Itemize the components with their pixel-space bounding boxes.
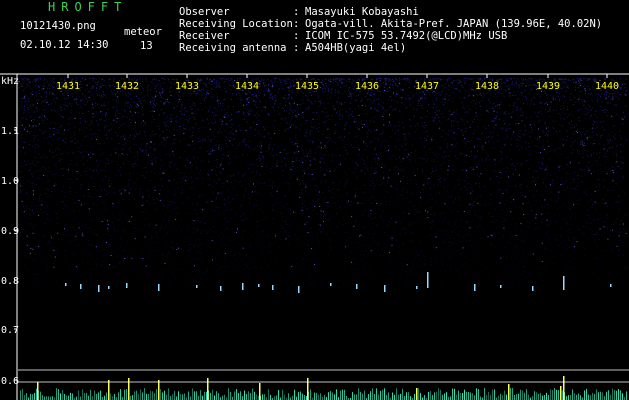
x-tick-label: 1431 <box>56 81 80 92</box>
trace-layer <box>20 376 627 400</box>
meteor-spike <box>560 386 562 400</box>
x-tick-label: 1433 <box>175 81 199 92</box>
meteor-echo <box>220 286 222 291</box>
x-tick-label: 1439 <box>536 81 560 92</box>
meteor-echo <box>126 283 128 288</box>
meteor-echo <box>258 284 260 287</box>
spectrogram: kHz 1.1 1.0 0.9 0.8 0.7 0.6 1431 1432 1433 1434 1… <box>0 73 629 400</box>
meteor-spike <box>563 376 565 400</box>
meteor-echo <box>272 285 274 290</box>
meteor-echo <box>98 285 100 292</box>
meteor-echo <box>563 276 565 286</box>
y-tick-label: 0.7 <box>1 325 19 336</box>
y-tick-label: 1.1 <box>1 126 19 137</box>
y-tick-label: 0.8 <box>1 276 19 287</box>
y-tick-label: 0.6 <box>1 376 19 387</box>
meteor-echo <box>416 286 418 289</box>
meteor-spike <box>307 378 309 400</box>
meteor-spike <box>207 378 209 400</box>
y-tick-label: 1.0 <box>1 176 19 187</box>
y-tick-label: 0.9 <box>1 226 19 237</box>
y-ticks: 1.1 1.0 0.9 0.8 0.7 0.6 <box>1 126 19 387</box>
x-tick-label: 1437 <box>415 81 439 92</box>
x-tick-label: 1438 <box>475 81 499 92</box>
meteor-echo <box>610 284 612 287</box>
meteor-echo <box>356 284 358 289</box>
meteor-echo <box>532 286 534 291</box>
meteor-spike <box>416 388 418 400</box>
x-tick-label: 1432 <box>115 81 139 92</box>
meteor-spike <box>259 383 261 400</box>
meteor-echo <box>474 284 476 291</box>
meteor-echo <box>384 285 386 292</box>
noise-layer <box>18 78 627 289</box>
meteor-echo <box>80 284 82 289</box>
meteor-echo <box>330 283 332 286</box>
meteor-echo <box>196 285 198 288</box>
meteor-spike <box>158 380 160 400</box>
meteor-echo <box>65 283 67 286</box>
meteor-spike <box>108 380 110 400</box>
x-tick-label: 1435 <box>295 81 319 92</box>
x-tick-label: 1436 <box>355 81 379 92</box>
meteor-echo <box>427 272 429 286</box>
meteor-echo <box>242 283 244 290</box>
meteor-echo <box>108 286 110 289</box>
meteor-spike <box>508 384 510 400</box>
meteor-spike <box>128 378 130 400</box>
meteor-echo <box>158 284 160 291</box>
x-tick-label: 1440 <box>595 81 619 92</box>
meteor-echo <box>500 285 502 288</box>
meteor-echo <box>298 286 300 293</box>
meteor-spike <box>37 382 39 400</box>
x-tick-label: 1434 <box>235 81 259 92</box>
y-unit-label: kHz <box>1 76 19 87</box>
